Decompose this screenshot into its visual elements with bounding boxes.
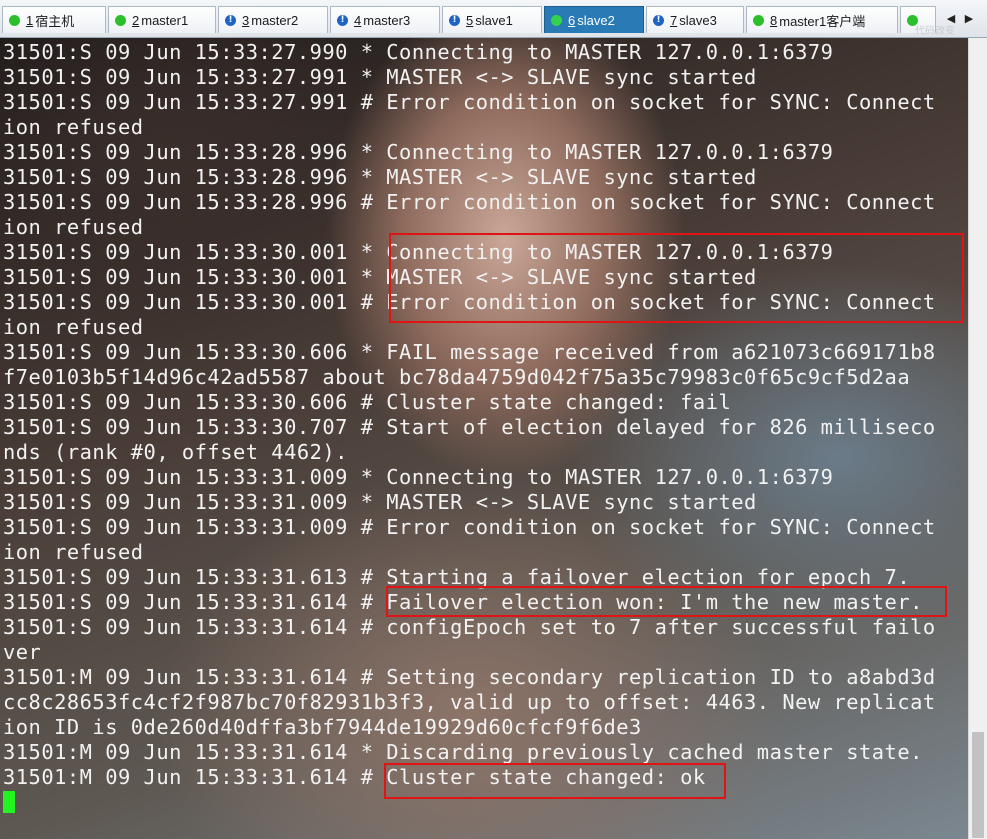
chevron-left-icon: ◀ xyxy=(946,11,956,25)
terminal-output[interactable]: 31501:S 09 Jun 15:33:27.990 * Connecting… xyxy=(0,38,968,839)
log-line: 31501:S 09 Jun 15:33:27.990 * Connecting… xyxy=(3,40,834,64)
log-line: ion refused xyxy=(3,115,144,139)
log-line: 31501:S 09 Jun 15:33:30.707 # Start of e… xyxy=(3,415,936,439)
connected-status-icon xyxy=(9,14,20,26)
log-line: 31501:M 09 Jun 15:33:31.614 * Discarding… xyxy=(3,740,923,764)
tab-scroll-right-button[interactable]: ▶ xyxy=(962,6,976,30)
tab-number: 5 xyxy=(466,12,474,28)
chevron-right-icon: ▶ xyxy=(964,11,974,25)
tab-slave2[interactable]: 6 slave2 xyxy=(544,6,644,33)
scrollbar-thumb[interactable] xyxy=(972,732,984,838)
tab-label: 宿主机 xyxy=(35,13,75,29)
tab-label: slave2 xyxy=(577,12,615,28)
tab-master1[interactable]: 2 master1 xyxy=(108,6,216,33)
connected-status-icon xyxy=(551,14,562,26)
log-line: 31501:S 09 Jun 15:33:28.996 * Connecting… xyxy=(3,140,834,164)
log-line: f7e0103b5f14d96c42ad5587 about bc78da475… xyxy=(3,365,911,389)
log-line: 31501:S 09 Jun 15:33:31.009 * MASTER <->… xyxy=(3,490,757,514)
tab-label: slave1 xyxy=(475,12,513,28)
disconnected-status-icon: ! xyxy=(449,14,460,26)
log-line: 31501:S 09 Jun 15:33:30.606 # Cluster st… xyxy=(3,390,732,414)
vertical-scrollbar[interactable] xyxy=(968,38,987,839)
tab-slave3[interactable]: ! 7 slave3 xyxy=(646,6,744,33)
disconnected-status-icon: ! xyxy=(337,14,348,26)
log-line: ver xyxy=(3,640,42,664)
log-line: 31501:S 09 Jun 15:33:28.996 * MASTER <->… xyxy=(3,165,757,189)
log-line: cc8c28653fc4cf2f987bc70f82931b3f3, valid… xyxy=(3,690,936,714)
highlight-box-election-won xyxy=(386,586,947,617)
connected-status-icon xyxy=(753,14,764,26)
tab-label: master2 xyxy=(251,12,299,28)
tab-master1-client[interactable]: 8 master1客户端 xyxy=(746,6,898,33)
tab-host[interactable]: 1 宿主机 xyxy=(2,6,106,33)
tab-number: 4 xyxy=(354,12,362,28)
tab-label: master1 xyxy=(141,12,189,28)
log-line: nds (rank #0, offset 4462). xyxy=(3,440,348,464)
log-line: 31501:M 09 Jun 15:33:31.614 # Setting se… xyxy=(3,665,936,689)
log-line: 31501:S 09 Jun 15:33:31.009 # Error cond… xyxy=(3,515,936,539)
tab-number: 1 xyxy=(26,12,34,28)
tab-number: 3 xyxy=(242,12,250,28)
log-line: 31501:S 09 Jun 15:33:31.009 * Connecting… xyxy=(3,465,834,489)
log-line: ion ID is 0de260d40dffa3bf7944de19929d60… xyxy=(3,715,642,739)
disconnected-status-icon: ! xyxy=(225,14,236,26)
tab-number: 2 xyxy=(132,12,140,28)
session-tab-bar: 1 宿主机 2 master1 ! 3 master2 ! 4 master3 … xyxy=(0,0,987,38)
tab-master2[interactable]: ! 3 master2 xyxy=(218,6,328,33)
tab-number: 7 xyxy=(670,12,678,28)
log-line: 31501:S 09 Jun 15:33:27.991 # Error cond… xyxy=(3,90,936,114)
tab-label: master3 xyxy=(363,12,411,28)
log-line: ion refused xyxy=(3,540,144,564)
tab-label: slave3 xyxy=(679,12,717,28)
log-line: 31501:S 09 Jun 15:33:31.614 # configEpoc… xyxy=(3,615,936,639)
tab-label: master1客户端 xyxy=(779,13,866,29)
tab-scroll-left-button[interactable]: ◀ xyxy=(944,6,958,30)
terminal-cursor xyxy=(3,791,15,813)
tab-slave1[interactable]: ! 5 slave1 xyxy=(442,6,542,33)
log-line: 31501:S 09 Jun 15:33:27.991 * MASTER <->… xyxy=(3,65,757,89)
highlight-box-connection-error xyxy=(389,233,964,323)
connected-status-icon xyxy=(115,14,126,26)
log-line: 31501:S 09 Jun 15:33:30.606 * FAIL messa… xyxy=(3,340,936,364)
tab-number: 8 xyxy=(770,12,778,28)
highlight-box-cluster-ok xyxy=(384,763,726,799)
tab-number: 6 xyxy=(568,12,576,28)
log-line: 31501:S 09 Jun 15:33:28.996 # Error cond… xyxy=(3,190,936,214)
tab-master3[interactable]: ! 4 master3 xyxy=(330,6,440,33)
terminal-text: 31501:S 09 Jun 15:33:27.990 * Connecting… xyxy=(3,40,936,815)
disconnected-status-icon: ! xyxy=(653,14,664,26)
